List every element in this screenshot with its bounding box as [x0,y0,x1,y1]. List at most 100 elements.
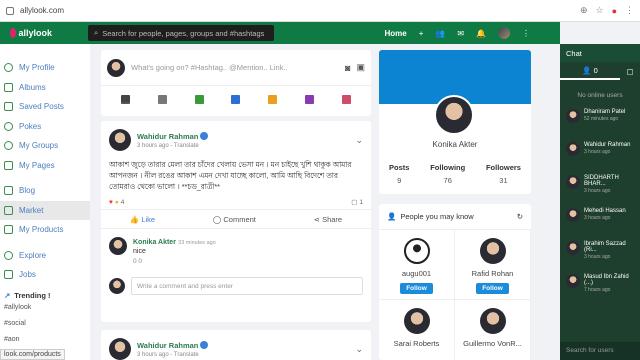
comment-count[interactable]: 1 [359,199,363,206]
trending-tag[interactable]: #allylook [0,300,90,316]
comment-item: Konika Akter 33 minutes ago nice 0 0 [101,229,371,273]
sidebar-item-my-groups[interactable]: My Groups [0,136,90,156]
chevron-down-icon[interactable]: ⌄ [355,135,363,146]
post-author[interactable]: Wahidur Rahman [137,132,198,141]
profile-stat-posts[interactable]: Posts 9 [389,163,409,185]
post-author-avatar[interactable] [109,129,131,151]
poke-icon [4,121,13,131]
home-link[interactable]: Home [384,29,406,38]
comment-icon: ◯ [212,214,222,224]
sidebar-item-saved-posts[interactable]: Saved Posts [0,97,90,117]
post-author-avatar[interactable] [109,338,131,360]
post-text: আকাশ জুড়ে তারার মেলা তার চাঁদের খেলায় … [109,160,352,191]
suggestion-avatar[interactable] [403,238,430,264]
messages-icon[interactable]: ✉ [457,29,464,38]
left-sidebar: My Profile Albums Saved Posts Pokes My G… [0,44,90,360]
profile-stat-following[interactable]: Following 76 [430,163,465,185]
trending-tag[interactable]: #aon [0,332,90,348]
like-button[interactable]: 👍 Like [130,215,155,224]
chevron-down-icon[interactable]: ⌄ [355,344,363,355]
sidebar-item-blog[interactable]: Blog [0,181,90,201]
friends-icon[interactable]: 👥 [435,29,445,38]
chat-user[interactable]: Wahidur Rahman 3 hours ago [560,142,640,172]
suggestion-card: augu001 Follow [379,230,455,300]
composer-input[interactable]: What's going on? #Hashtag.. @Mention.. L… [131,63,339,72]
menu-icon[interactable]: ⋮ [625,5,634,16]
chat-user-avatar [566,241,580,255]
profile-name[interactable]: Konika Akter [379,140,531,149]
comment-reactions[interactable]: 0 0 [133,258,216,265]
sidebar-item-albums[interactable]: Albums [0,78,90,98]
people-title: People you may know [400,212,474,221]
suggestion-name[interactable]: augu001 [402,269,431,278]
bookmark-icon [4,102,13,112]
browser-bar: allylook.com ⊕ ☆ ● ⋮ [0,0,640,22]
image-icon[interactable] [194,94,204,104]
tab-online-users[interactable]: 👤 0 [560,62,620,80]
commenter-avatar[interactable] [109,237,127,255]
search-input[interactable]: ⌕ Search for people, pages, groups and #… [88,25,274,41]
sidebar-item-my-profile[interactable]: My Profile [0,58,90,78]
suggestion-name[interactable]: Guillermo VonR... [463,339,522,348]
star-icon[interactable]: ☆ [595,5,603,16]
extension-icon[interactable]: ⊕ [580,5,588,16]
chat-user-avatar [566,175,580,189]
sidebar-item-pokes[interactable]: Pokes [0,117,90,137]
suggestion-avatar[interactable] [479,308,506,334]
chat-user-avatar [566,208,580,222]
notifications-icon[interactable]: 🔔 [476,29,486,38]
no-online-text: No online users [577,92,623,99]
follow-button[interactable]: Follow [400,283,433,294]
post-composer: What's going on? #Hashtag.. @Mention.. L… [101,50,371,116]
suggestion-avatar[interactable] [403,308,430,334]
suggestion-name[interactable]: Sarai Roberts [394,339,440,348]
suggestion-card: Sarai Roberts [379,300,455,360]
video-icon[interactable] [231,94,241,104]
file-icon[interactable] [305,94,315,104]
sidebar-item-jobs[interactable]: Jobs [0,265,90,285]
post-author[interactable]: Wahidur Rahman [137,341,198,350]
logo[interactable]: allylook [0,28,52,38]
profile-stat-followers[interactable]: Followers 31 [486,163,521,185]
profile-avatar[interactable] [434,95,474,135]
trending-tag[interactable]: #social [0,316,90,332]
reaction-count[interactable]: 4 [121,199,125,206]
suggestion-avatar[interactable] [479,238,506,264]
comment-input[interactable]: Write a comment and press enter [131,277,363,295]
chat-search-input[interactable]: Search for users [560,342,640,360]
list-icon[interactable] [157,94,167,104]
tab-more[interactable]: ▢ [620,67,640,76]
trending-title: ↗ Trending ! [4,290,51,300]
suggestion-name[interactable]: Rafid Rohan [472,269,514,278]
explore-icon [4,250,13,260]
map-icon[interactable] [341,94,351,104]
refresh-icon[interactable]: ↻ [517,212,523,221]
user-avatar[interactable] [498,27,510,39]
chat-user[interactable]: Masud Ibn Zahid (...) 7 hours ago [560,274,640,304]
sidebar-item-market[interactable]: Market [0,200,90,220]
comment-time: 33 minutes ago [178,240,216,246]
comment-button[interactable]: ◯ Comment [213,215,256,224]
chat-user[interactable]: Ibrahim Sazzad (Ri... 3 hours ago [560,241,640,271]
address-bar[interactable]: allylook.com [20,6,64,15]
sidebar-item-my-pages[interactable]: My Pages [0,156,90,176]
profile-icon[interactable]: ● [612,6,617,16]
chat-title[interactable]: Chat [560,44,640,62]
sidebar-item-my-products[interactable]: My Products [0,220,90,240]
follow-button[interactable]: Follow [476,283,509,294]
music-icon[interactable] [268,94,278,104]
commenter-name[interactable]: Konika Akter [133,239,176,246]
plus-icon[interactable]: + [419,29,424,38]
sidebar-item-explore[interactable]: Explore [0,246,90,266]
text-post-icon[interactable] [120,94,130,104]
search-placeholder: Search for people, pages, groups and #ha… [102,28,265,38]
sticker-icon[interactable]: ▣ [356,62,365,73]
flag-icon [4,160,13,170]
chat-user[interactable]: Dhaniram Patel 52 minutes ago [560,109,640,139]
chat-user[interactable]: SIDDHARTH BHAR... 3 hours ago [560,175,640,205]
share-button[interactable]: ⋖ Share [314,215,342,224]
camera-icon[interactable]: ◙ [345,63,350,73]
more-menu-icon[interactable]: ⋮ [522,29,530,38]
jobs-icon [4,270,13,280]
chat-user[interactable]: Mehedi Hassan 3 hours ago [560,208,640,238]
